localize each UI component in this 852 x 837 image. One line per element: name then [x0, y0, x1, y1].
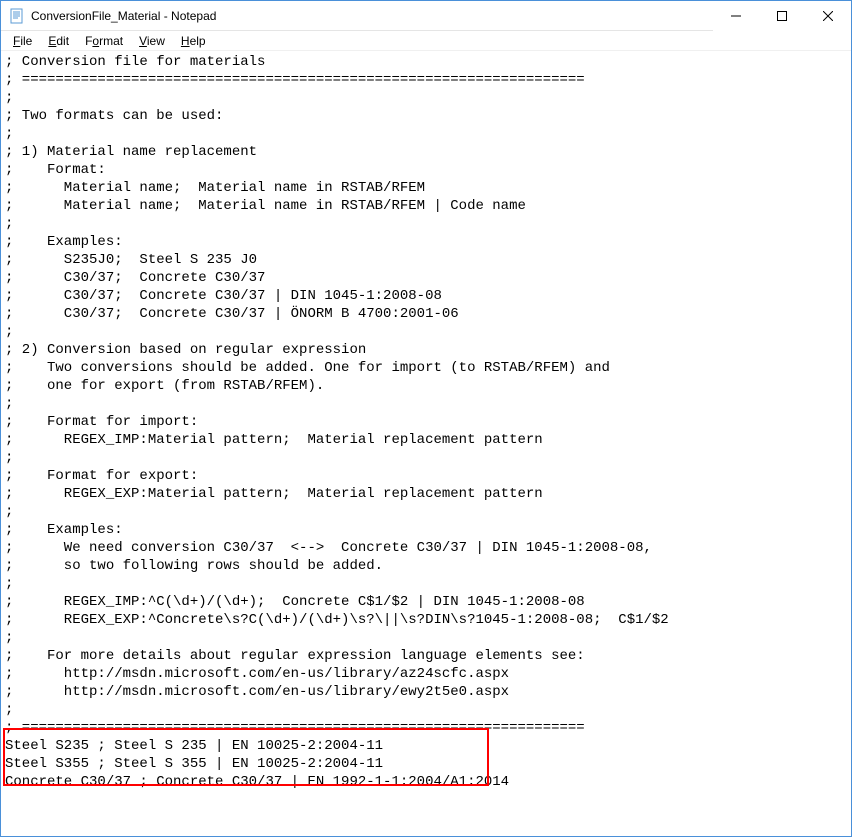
window-title: ConversionFile_Material - Notepad: [31, 9, 713, 23]
menu-edit[interactable]: Edit: [40, 32, 77, 50]
menu-help[interactable]: Help: [173, 32, 214, 50]
menu-view[interactable]: View: [131, 32, 173, 50]
menubar: File Edit Format View Help: [1, 31, 851, 51]
minimize-button[interactable]: [713, 1, 759, 31]
text-area[interactable]: ; Conversion file for materials ; ======…: [1, 51, 851, 795]
titlebar: ConversionFile_Material - Notepad: [1, 1, 851, 31]
window-controls: [713, 1, 851, 30]
menu-format[interactable]: Format: [77, 32, 131, 50]
menu-file[interactable]: File: [5, 32, 40, 50]
close-button[interactable]: [805, 1, 851, 31]
notepad-icon: [9, 8, 25, 24]
maximize-button[interactable]: [759, 1, 805, 31]
